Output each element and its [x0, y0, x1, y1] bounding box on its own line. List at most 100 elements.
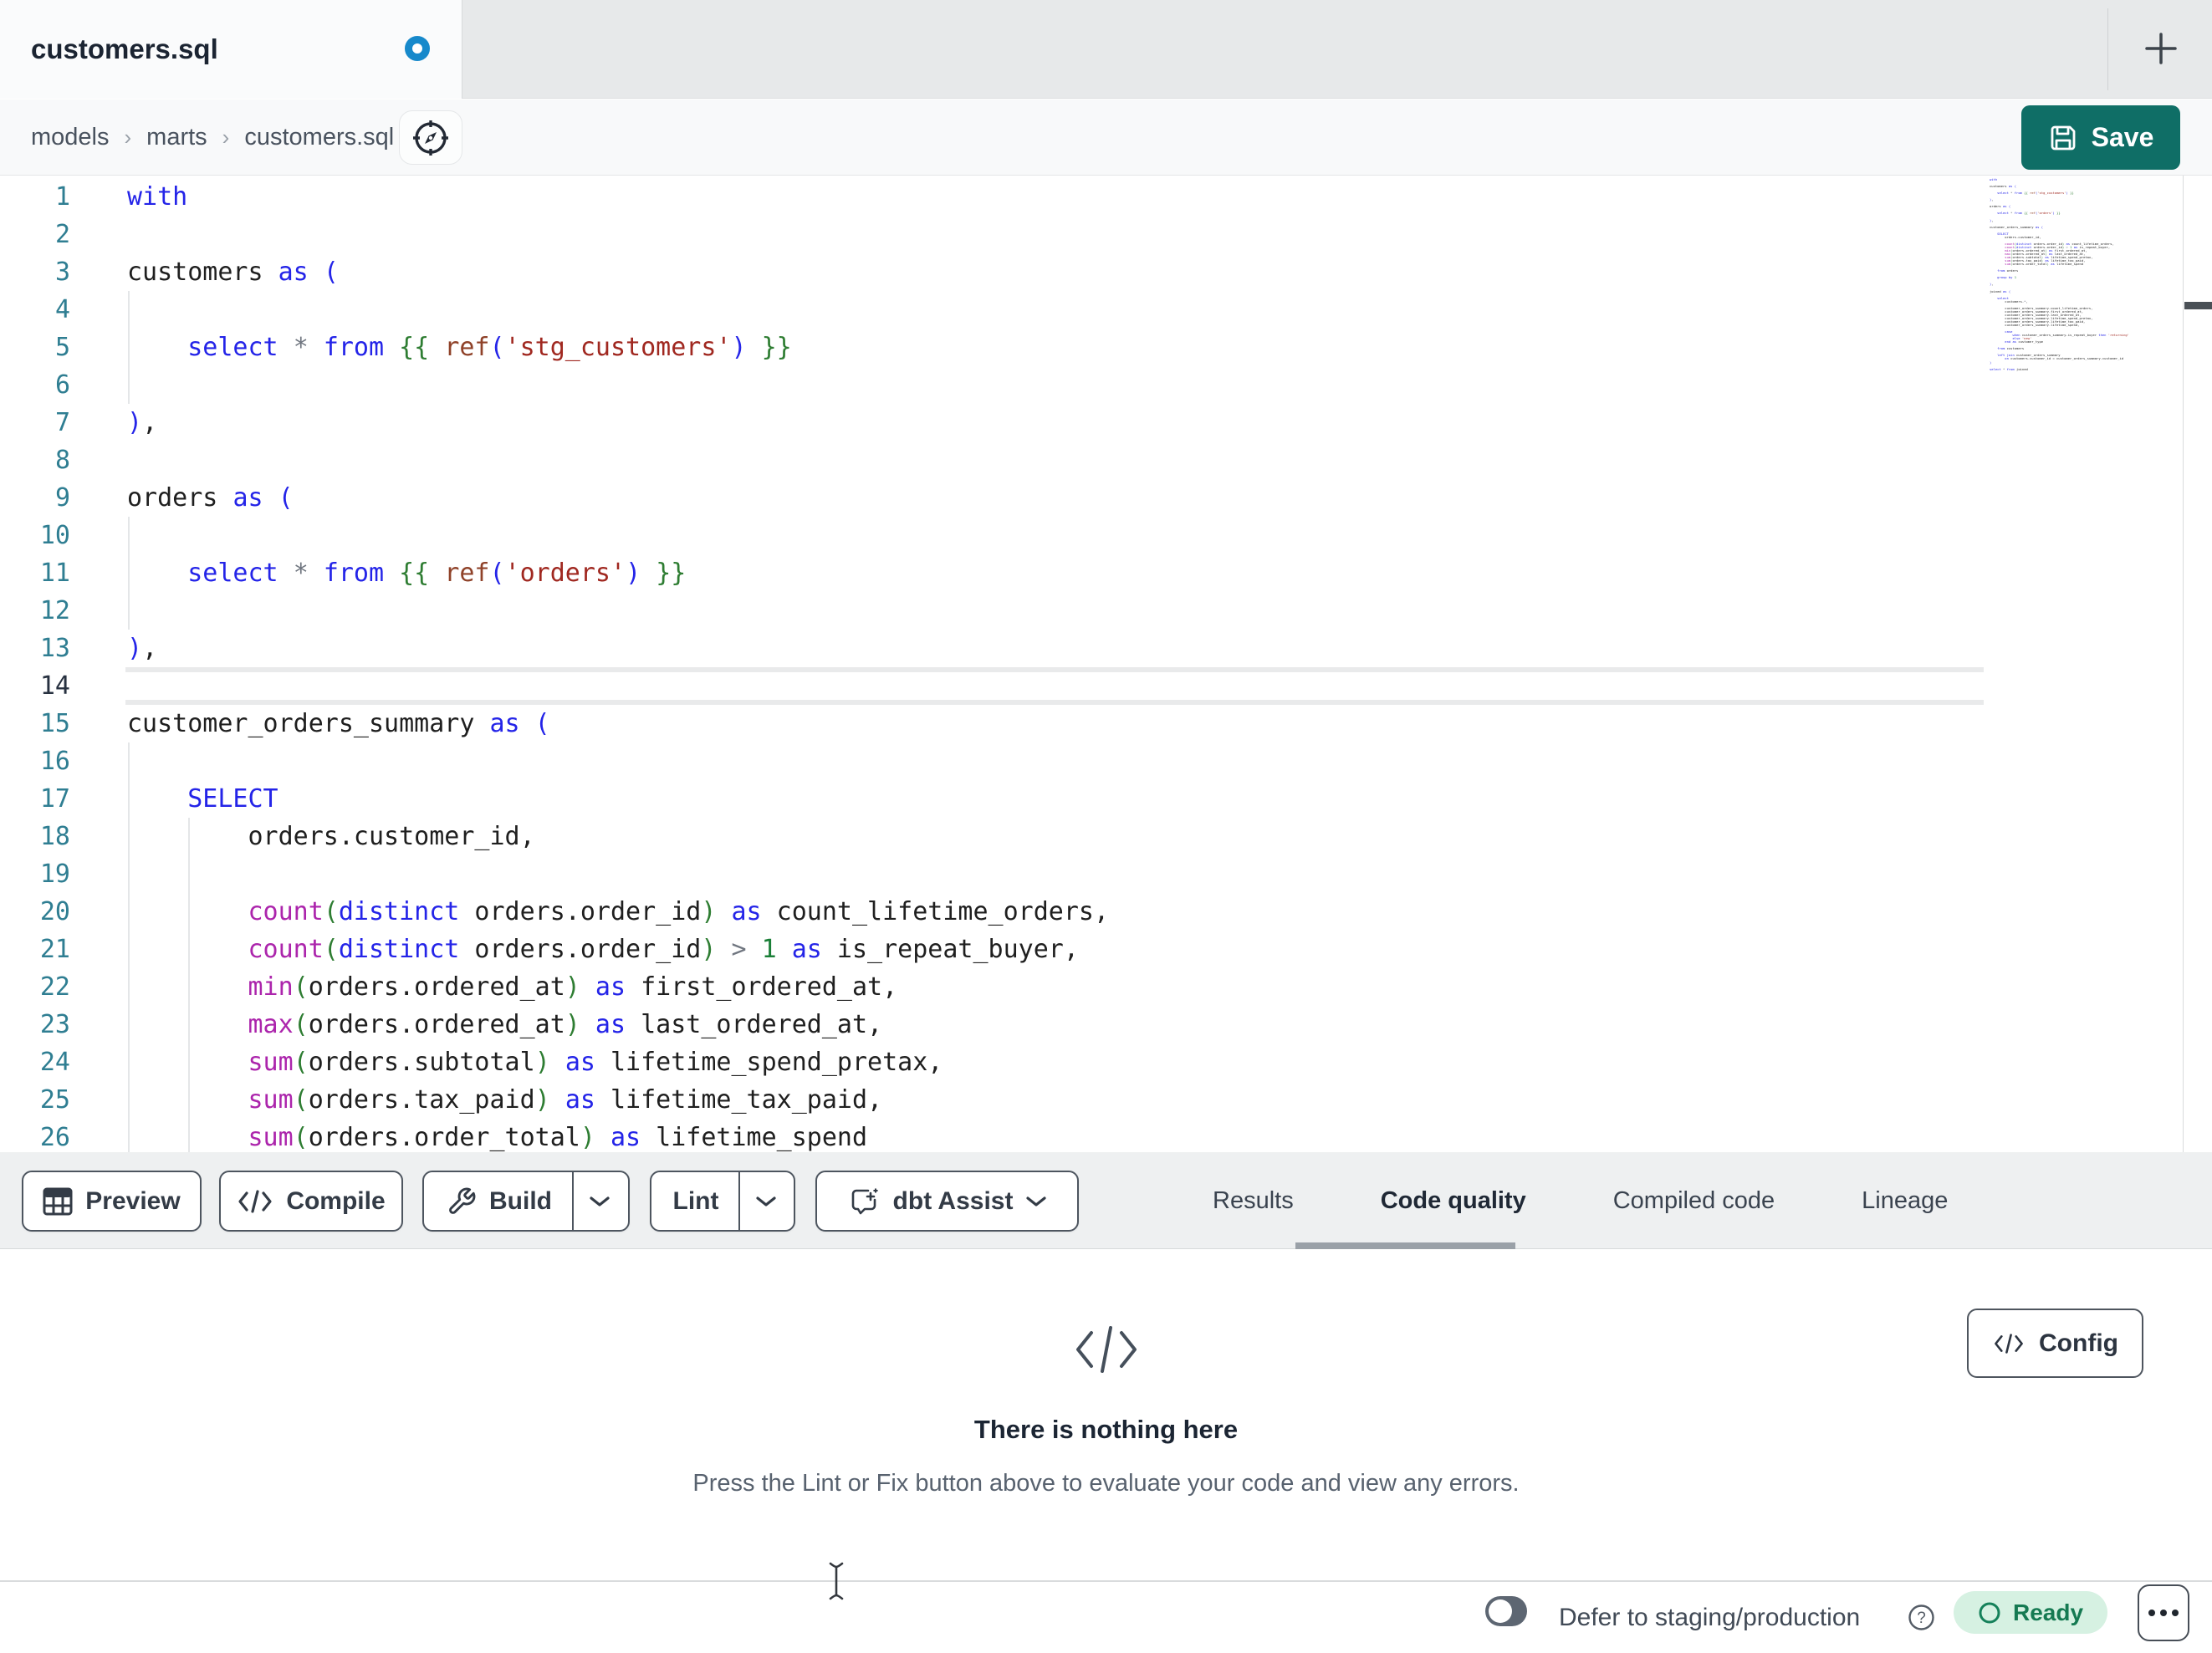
config-button[interactable]: Config [1967, 1309, 2143, 1378]
breadcrumb-item-file: customers.sql [244, 124, 395, 151]
code-line-text: SELECT [187, 784, 278, 814]
code-line[interactable]: 10 [0, 517, 1988, 554]
plus-icon [2142, 29, 2180, 68]
more-options-button[interactable] [2138, 1584, 2189, 1641]
code-brackets-icon [1992, 1333, 2026, 1355]
code-line[interactable]: 18 orders.customer_id, [0, 818, 1988, 855]
line-number: 9 [54, 483, 70, 513]
code-line[interactable]: 5 select * from {{ ref('stg_customers') … [0, 329, 1988, 366]
file-tab-customers-sql[interactable]: customers.sql [0, 0, 462, 99]
build-button-label: Build [489, 1186, 552, 1215]
code-line[interactable]: 2 [0, 216, 1988, 253]
lint-button[interactable]: Lint [653, 1172, 739, 1230]
build-split-button: Build [422, 1171, 630, 1232]
code-line[interactable]: 24 sum(orders.subtotal) as lifetime_spen… [0, 1043, 1988, 1081]
code-line[interactable]: 9 orders as ( [0, 479, 1988, 517]
code-line[interactable]: 17 SELECT [0, 780, 1988, 818]
code-line-text: sum(orders.order_total) as lifetime_spen… [248, 1123, 868, 1152]
line-number: 12 [39, 596, 70, 625]
code-line[interactable]: 15 customer_orders_summary as ( [0, 705, 1988, 742]
code-line[interactable]: 4 [0, 291, 1988, 329]
breadcrumb-item-models[interactable]: models [31, 124, 110, 151]
wrench-icon [447, 1186, 477, 1217]
help-icon[interactable]: ? [1908, 1604, 1935, 1631]
minimap[interactable]: with customers as ( select * from {{ ref… [1990, 178, 2180, 1148]
ellipsis-icon [2148, 1610, 2155, 1616]
code-line[interactable]: 7), [0, 404, 1988, 441]
line-number: 6 [54, 370, 70, 400]
panel-tabs: Results Code quality Compiled code Linea… [1169, 1152, 1991, 1249]
code-slash-icon [0, 1323, 2212, 1376]
code-lines: 1 with 2 3 customers as (4 5 select * from {{… [0, 178, 1988, 1152]
breadcrumb-row: models › marts › customers.sql Save [0, 99, 2212, 176]
breadcrumb-item-marts[interactable]: marts [146, 124, 207, 151]
code-line[interactable]: 22 min(orders.ordered_at) as first_order… [0, 968, 1988, 1006]
lint-dropdown-button[interactable] [740, 1172, 792, 1230]
code-line[interactable]: 8 [0, 441, 1988, 479]
tab-code-quality[interactable]: Code quality [1337, 1152, 1570, 1249]
lint-split-button: Lint [650, 1171, 795, 1232]
line-number: 19 [39, 860, 70, 889]
code-brackets-icon [237, 1189, 273, 1214]
dbt-assist-button[interactable]: dbt Assist [815, 1171, 1079, 1232]
line-number: 7 [54, 408, 70, 437]
build-dropdown-button[interactable] [574, 1172, 626, 1230]
save-floppy-icon [2048, 123, 2078, 153]
dbt-ide-window: customers.sql models › marts › customers… [0, 0, 2212, 1653]
tab-compiled-code[interactable]: Compiled code [1570, 1152, 1818, 1249]
file-tab-title: customers.sql [31, 33, 218, 64]
preview-button-label: Preview [85, 1186, 181, 1215]
code-line-text: min(orders.ordered_at) as first_ordered_… [248, 972, 898, 1002]
editor-scrollbar-marker[interactable] [2184, 302, 2212, 309]
dbt-assist-button-label: dbt Assist [892, 1186, 1014, 1215]
line-number: 25 [39, 1085, 70, 1115]
save-button[interactable]: Save [2021, 105, 2180, 170]
code-editor[interactable]: 1 with 2 3 customers as (4 5 select * from {{… [0, 176, 2212, 1152]
defer-toggle[interactable] [1485, 1596, 1527, 1626]
open-in-lineage-button[interactable] [399, 110, 462, 165]
code-line[interactable]: 14 [0, 667, 1988, 705]
code-line[interactable]: 1 with [0, 178, 1988, 216]
config-button-label: Config [2039, 1329, 2118, 1357]
assist-sparkle-chat-icon [847, 1185, 881, 1218]
code-line-text: count(distinct orders.order_id) as count… [248, 897, 1110, 926]
code-line-text: select * from {{ ref('stg_customers') }} [187, 333, 792, 362]
code-line-text: ), [127, 634, 158, 663]
code-line[interactable]: 11 select * from {{ ref('orders') }} [0, 554, 1988, 592]
code-line[interactable]: 12 [0, 592, 1988, 630]
code-line[interactable]: 16 [0, 742, 1988, 780]
line-number: 17 [39, 784, 70, 814]
line-number: 3 [54, 258, 70, 287]
editor-toolbar: Preview Compile Build Lint dbt Assist Re… [0, 1152, 2212, 1249]
status-badge-ready: Ready [1954, 1591, 2107, 1634]
code-line[interactable]: 20 count(distinct orders.order_id) as co… [0, 893, 1988, 931]
code-line[interactable]: 6 [0, 366, 1988, 404]
code-line-text: ), [127, 408, 158, 437]
empty-state-description: Press the Lint or Fix button above to ev… [692, 1470, 1520, 1497]
status-circle-icon [1978, 1601, 2001, 1625]
table-icon [43, 1187, 73, 1216]
line-number: 15 [39, 709, 70, 738]
new-tab-button[interactable] [2138, 25, 2184, 72]
code-line[interactable]: 26 sum(orders.order_total) as lifetime_s… [0, 1119, 1988, 1152]
tab-lineage[interactable]: Lineage [1818, 1152, 1991, 1249]
preview-button[interactable]: Preview [22, 1171, 202, 1232]
chevron-down-icon [1025, 1195, 1047, 1208]
code-line[interactable]: 13), [0, 630, 1988, 667]
line-number: 18 [39, 822, 70, 851]
code-line[interactable]: 21 count(distinct orders.order_id) > 1 a… [0, 931, 1988, 968]
code-line[interactable]: 23 max(orders.ordered_at) as last_ordere… [0, 1006, 1988, 1043]
build-button[interactable]: Build [427, 1172, 572, 1230]
empty-state-title: There is nothing here [973, 1415, 1239, 1444]
line-number: 5 [54, 333, 70, 362]
code-line-text: sum(orders.tax_paid) as lifetime_tax_pai… [248, 1085, 883, 1115]
toggle-knob [1489, 1599, 1512, 1623]
defer-label: Defer to staging/production [1559, 1603, 1861, 1631]
compile-button[interactable]: Compile [219, 1171, 403, 1232]
tab-results[interactable]: Results [1169, 1152, 1337, 1249]
code-line[interactable]: 19 [0, 855, 1988, 893]
compass-icon [407, 115, 454, 161]
code-line[interactable]: 3 customers as ( [0, 253, 1988, 291]
line-number: 11 [39, 559, 70, 588]
code-line[interactable]: 25 sum(orders.tax_paid) as lifetime_tax_… [0, 1081, 1988, 1119]
